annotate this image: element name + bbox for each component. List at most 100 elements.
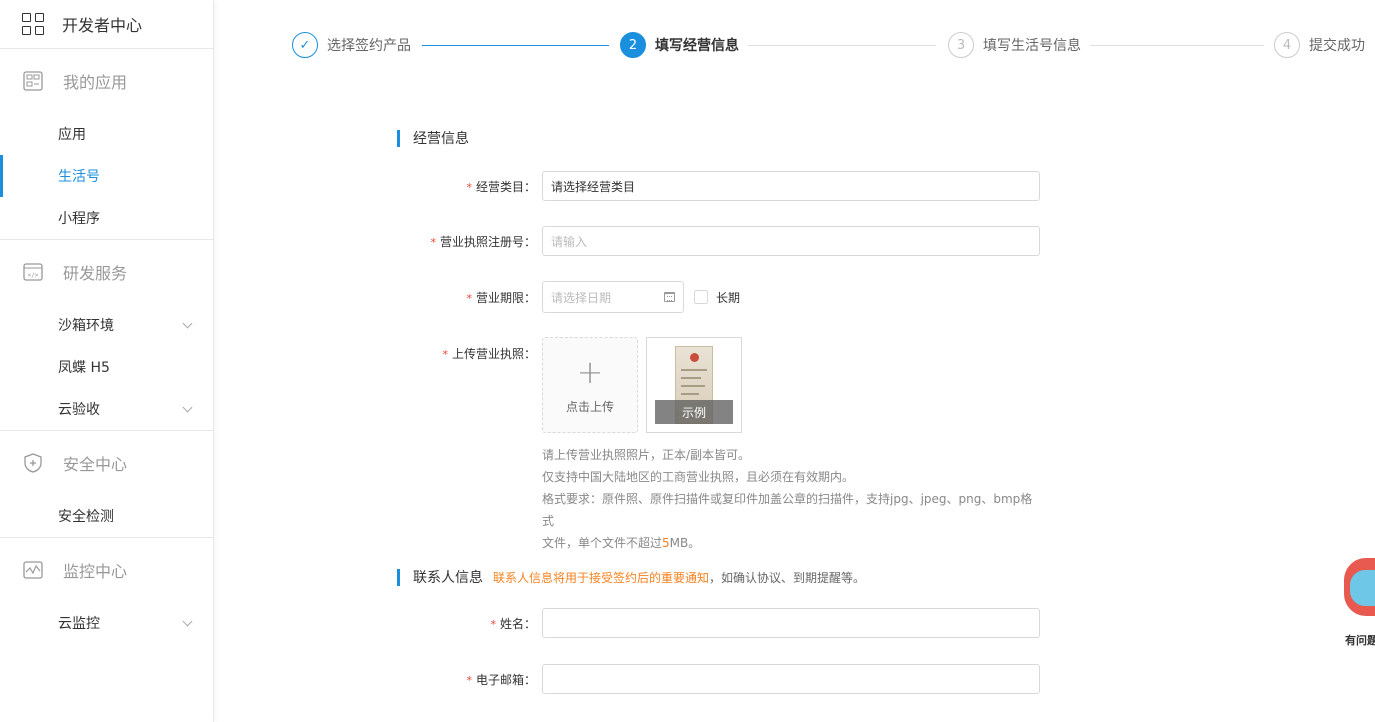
sidebar-header[interactable]: 开发者中心 [0,0,213,49]
plus-icon: + [576,352,604,391]
group-label: 研发服务 [63,264,128,283]
group-monitor: 监控中心 云监控 [0,538,213,644]
section-note: 联系人信息将用于接受签约后的重要通知，如确认协议、到期提醒等。 [493,569,865,586]
label-text: 上传营业执照： [451,347,536,361]
contact-email-input[interactable] [542,664,1040,694]
contact-name-input[interactable] [542,608,1040,638]
progress-steps: ✓ 选择签约产品 2 填写经营信息 3 填写生活号信息 4 提交成功 [292,32,1375,60]
tip-line: 请上传营业执照照片，正本/副本皆可。 [542,448,751,462]
sidebar-item-cloud-acceptance[interactable]: 云验收 [0,388,213,430]
sidebar-item-security-check[interactable]: 安全检测 [0,495,213,537]
sidebar: 开发者中心 我的应用 应用 生活号 小程序 </> 研发服务 沙箱环境 凤蝶 H… [0,0,214,722]
sidebar-item-label: 小程序 [58,211,100,227]
step-connector [1090,45,1264,46]
sidebar-item-label: 云验收 [58,402,100,418]
monitor-chart-icon [22,559,44,581]
step-4: 4 提交成功 [1274,32,1365,58]
section-contact-info: 联系人信息 联系人信息将用于接受签约后的重要通知，如确认协议、到期提醒等。 [397,567,865,587]
tip-text: 文件，单个文件不超过 [542,536,663,550]
section-business-info: 经营信息 [397,128,469,148]
section-marker [397,568,400,586]
seal-icon [690,353,699,362]
sidebar-item-life-account[interactable]: 生活号 [0,155,213,197]
upload-tips: 请上传营业执照照片，正本/副本皆可。 仅支持中国大陆地区的工商营业执照，且必须在… [542,444,1042,554]
required-mark: * [466,673,472,687]
sidebar-item-fengdie-h5[interactable]: 凤蝶 H5 [0,346,213,388]
calendar-icon[interactable] [664,292,675,302]
field-label: * 营业执照注册号： [400,233,542,250]
row-license-number: * 营业执照注册号： 请输入 [400,226,1040,256]
business-category-select[interactable]: 请选择经营类目 [542,171,1040,201]
field-label: * 营业期限： [400,289,542,306]
period-date-picker[interactable]: 请选择日期 [542,281,684,313]
tip-line: 仅支持中国大陆地区的工商营业执照，且必须在有效期内。 [542,470,855,484]
sidebar-item-sandbox[interactable]: 沙箱环境 [0,304,213,346]
group-title-my-apps[interactable]: 我的应用 [0,49,213,113]
sidebar-title: 开发者中心 [62,16,143,35]
step-number: 2 [620,32,646,58]
row-business-period: * 营业期限： 请选择日期 长期 [400,281,740,313]
note-text: ，如确认协议、到期提醒等。 [709,570,866,585]
section-marker [397,129,400,147]
required-mark: * [430,235,436,249]
label-text: 营业执照注册号： [439,234,536,249]
date-placeholder: 请选择日期 [551,290,612,305]
license-number-input[interactable]: 请输入 [542,226,1040,256]
sidebar-item-label: 生活号 [58,169,100,185]
upload-label: 点击上传 [565,399,614,414]
help-assistant[interactable]: 有问题 [1342,558,1375,647]
sidebar-item-apps[interactable]: 应用 [0,113,213,155]
group-title-monitor[interactable]: 监控中心 [0,538,213,602]
step-label: 填写经营信息 [655,38,739,54]
step-1: ✓ 选择签约产品 [292,32,411,58]
svg-text:</>: </> [28,272,39,279]
doc-line [681,377,701,379]
sidebar-item-label: 凤蝶 H5 [58,360,110,376]
label-text: 营业期限： [475,290,536,305]
example-tag: 示例 [655,400,733,424]
step-connector [422,45,609,46]
assistant-avatar-icon [1344,558,1375,616]
step-2: 2 填写经营信息 [620,32,739,58]
tip-line: 文件，单个文件不超过5MB。 [542,532,1042,554]
doc-line [681,385,705,387]
group-title-dev-services[interactable]: </> 研发服务 [0,240,213,304]
tip-size: 5 [662,536,670,550]
field-label: * 上传营业执照： [400,337,542,362]
label-text: 经营类目： [475,179,536,194]
long-term-label[interactable]: 长期 [716,289,740,306]
note-highlight: 联系人信息将用于接受签约后的重要通知 [493,570,710,585]
field-label: * 经营类目： [400,178,542,195]
group-title-security[interactable]: 安全中心 [0,431,213,495]
chevron-down-icon [182,318,193,329]
step-number: 3 [948,32,974,58]
step-3: 3 填写生活号信息 [948,32,1081,58]
group-my-apps: 我的应用 应用 生活号 小程序 [0,49,213,240]
example-image[interactable]: 示例 [646,337,742,433]
required-mark: * [442,348,448,361]
group-dev-services: </> 研发服务 沙箱环境 凤蝶 H5 云验收 [0,240,213,431]
group-security: 安全中心 安全检测 [0,431,213,538]
doc-line [681,369,707,371]
sidebar-item-cloud-monitor[interactable]: 云监控 [0,602,213,644]
step-label: 选择签约产品 [327,38,411,54]
upload-button[interactable]: + 点击上传 [542,337,638,433]
step-connector [748,45,936,46]
section-title: 联系人信息 [413,570,483,586]
row-contact-name: * 姓名： [400,608,1040,638]
grid-menu-icon[interactable] [22,13,44,35]
sidebar-item-mini-program[interactable]: 小程序 [0,197,213,239]
row-business-category: * 经营类目： 请选择经营类目 [400,171,1040,201]
sidebar-item-label: 应用 [58,127,86,143]
required-mark: * [466,180,472,194]
row-upload-license: * 上传营业执照： + 点击上传 示例 [400,337,742,433]
required-mark: * [490,617,496,631]
step-label: 提交成功 [1309,38,1365,54]
step-number: 4 [1274,32,1300,58]
required-mark: * [466,291,472,305]
code-window-icon: </> [22,261,44,283]
label-text: 电子邮箱： [475,672,536,687]
chevron-down-icon [182,402,193,413]
help-label: 有问题 [1345,634,1375,647]
long-term-checkbox[interactable] [694,290,708,304]
